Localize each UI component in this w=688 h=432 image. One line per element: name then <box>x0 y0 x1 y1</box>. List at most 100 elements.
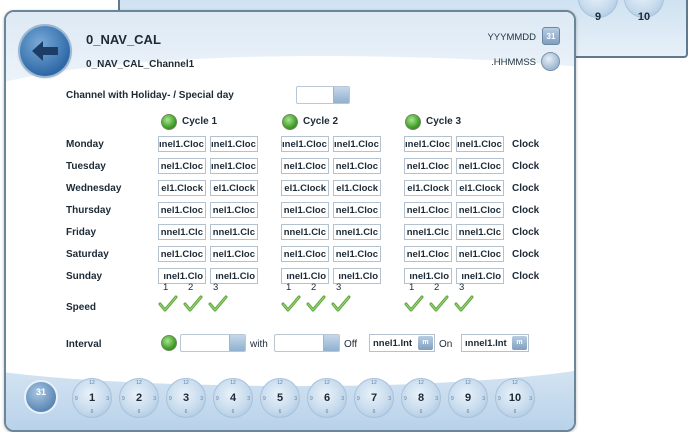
time-field[interactable]: ınel1.Cloc <box>281 136 329 152</box>
time-field[interactable]: el1.Clock <box>333 180 381 196</box>
time-field[interactable]: nel1.Cloc <box>333 246 381 262</box>
time-field[interactable]: nnel1.Clc <box>456 224 504 240</box>
time-field[interactable]: nel1.Cloc <box>210 202 258 218</box>
clock-number: 5 <box>276 392 284 404</box>
speed-number: 1 <box>409 282 415 293</box>
bg-clock-button-9[interactable]: 9 <box>578 0 618 23</box>
speed-checkmark-icon[interactable] <box>331 295 351 313</box>
clock-label: Clock <box>512 139 540 150</box>
time-field[interactable]: nel1.Cloc <box>158 202 206 218</box>
clock-tick-12: 12 <box>230 380 236 386</box>
clock-button-1[interactable]: 12 6 9 3 1 <box>72 378 112 418</box>
off-interval-field[interactable]: nnel1.Int m <box>369 334 435 352</box>
speed-checkmark-icon[interactable] <box>183 295 203 313</box>
time-field[interactable]: nel1.Cloc <box>456 246 504 262</box>
time-field[interactable]: nel1.Cloc <box>456 158 504 174</box>
time-field[interactable]: nel1.Cloc <box>210 246 258 262</box>
time-field[interactable]: el1.Clock <box>158 180 206 196</box>
time-field[interactable]: ınel1.Cloc <box>333 136 381 152</box>
clock-tick-6: 6 <box>466 409 470 415</box>
day-label: Thursday <box>66 205 112 216</box>
clock-number: 8 <box>417 392 425 404</box>
off-label: Off <box>344 339 358 350</box>
with-dropdown[interactable] <box>274 334 340 352</box>
with-label: with <box>250 339 268 350</box>
speed-label: Speed <box>66 302 97 313</box>
clock-number: 4 <box>229 392 237 404</box>
clock-button-8[interactable]: 12 6 9 3 8 <box>401 378 441 418</box>
calendar-nav-button[interactable]: 31 <box>24 380 58 414</box>
clock-tick-6: 6 <box>231 409 235 415</box>
time-field[interactable]: nnel1.Clc <box>333 224 381 240</box>
time-field[interactable]: ınel1.Cloc <box>456 136 504 152</box>
time-field[interactable]: nnel1.Clc <box>281 224 329 240</box>
time-field[interactable]: nel1.Cloc <box>158 246 206 262</box>
clock-button-2[interactable]: 12 6 9 3 2 <box>119 378 159 418</box>
holiday-dropdown[interactable] <box>296 86 350 104</box>
time-field[interactable]: nel1.Cloc <box>404 158 452 174</box>
clock-tick-12: 12 <box>465 380 471 386</box>
on-interval-field[interactable]: ınnel1.Int m <box>461 334 529 352</box>
clock-tick-6: 6 <box>325 409 329 415</box>
chevron-down-icon <box>229 335 245 351</box>
time-field[interactable]: nel1.Cloc <box>404 202 452 218</box>
time-field[interactable]: ınel1.Cloc <box>158 136 206 152</box>
interval-label: Interval <box>66 339 102 350</box>
clock-button-5[interactable]: 12 6 9 3 5 <box>260 378 300 418</box>
speed-checkmark-icon[interactable] <box>306 295 326 313</box>
clock-number: 3 <box>182 392 190 404</box>
time-field[interactable]: nel1.Cloc <box>281 158 329 174</box>
speed-checkmark-icon[interactable] <box>454 295 474 313</box>
interval-dropdown[interactable] <box>180 334 246 352</box>
clock-tick-12: 12 <box>183 380 189 386</box>
clock-button-7[interactable]: 12 6 9 3 7 <box>354 378 394 418</box>
speed-checkmark-icon[interactable] <box>429 295 449 313</box>
speed-checkmark-icon[interactable] <box>404 295 424 313</box>
time-field[interactable]: nel1.Cloc <box>333 158 381 174</box>
clock-number: 2 <box>135 392 143 404</box>
interval-status-icon <box>161 335 177 351</box>
speed-checkmark-icon[interactable] <box>281 295 301 313</box>
speed-checkmark-icon[interactable] <box>208 295 228 313</box>
back-button[interactable] <box>20 26 70 76</box>
time-field[interactable]: nnel1.Clc <box>210 224 258 240</box>
time-field[interactable]: el1.Clock <box>281 180 329 196</box>
bg-clock-number: 9 <box>594 11 602 23</box>
cycle-1-status-icon <box>161 114 177 130</box>
clock-button-9[interactable]: 12 6 9 3 9 <box>448 378 488 418</box>
time-field[interactable]: nel1.Cloc <box>281 246 329 262</box>
time-field[interactable]: el1.Clock <box>456 180 504 196</box>
back-arrow-icon <box>32 41 58 61</box>
bg-clock-button-10[interactable]: 10 <box>624 0 664 23</box>
clock-button-10[interactable]: 12 6 9 3 10 <box>495 378 535 418</box>
cycle-1-label: Cycle 1 <box>182 116 218 127</box>
day-label: Wednesday <box>66 183 122 194</box>
clock-tick-6: 6 <box>372 409 376 415</box>
time-field[interactable]: el1.Clock <box>404 180 452 196</box>
clock-label: Clock <box>512 161 540 172</box>
time-field[interactable]: nel1.Cloc <box>333 202 381 218</box>
clock-tick-12: 12 <box>89 380 95 386</box>
calendar-icon[interactable]: 31 <box>542 27 560 45</box>
clock-button-4[interactable]: 12 6 9 3 4 <box>213 378 253 418</box>
day-label: Sunday <box>66 271 103 282</box>
clock-tick-12: 12 <box>277 380 283 386</box>
speed-number: 3 <box>459 282 465 293</box>
time-field[interactable]: ınel1.Cloc <box>210 158 258 174</box>
time-field[interactable]: ınel1.Cloc <box>210 136 258 152</box>
time-field[interactable]: nnel1.Clc <box>158 224 206 240</box>
time-field[interactable]: el1.Clock <box>210 180 258 196</box>
time-field[interactable]: nnel1.Clc <box>404 224 452 240</box>
time-field[interactable]: nel1.Cloc <box>404 246 452 262</box>
footer-bar: 31 12 6 9 3 1 12 6 9 3 2 12 6 9 3 3 12 6 9 3 4 12 6 9 3 5 12 6 9 3 6 1… <box>6 368 574 430</box>
time-field[interactable]: nel1.Cloc <box>456 202 504 218</box>
day-label: Tuesday <box>66 161 106 172</box>
time-field[interactable]: ınel1.Cloc <box>404 136 452 152</box>
time-field[interactable]: nel1.Cloc <box>281 202 329 218</box>
clock-icon[interactable] <box>541 52 560 71</box>
clock-button-3[interactable]: 12 6 9 3 3 <box>166 378 206 418</box>
clock-button-6[interactable]: 12 6 9 3 6 <box>307 378 347 418</box>
time-field[interactable]: nel1.Cloc <box>158 158 206 174</box>
calendar-panel: 0_NAV_CAL 0_NAV_CAL_Channel1 YYYMMDD .HH… <box>4 10 576 432</box>
speed-checkmark-icon[interactable] <box>158 295 178 313</box>
